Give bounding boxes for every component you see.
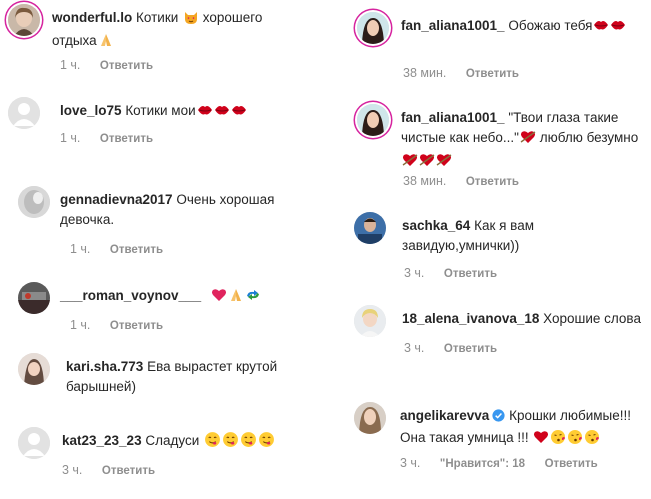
comment-text: gennadievna2017 Очень хорошая девочка. (60, 190, 310, 230)
timestamp: 1 ч. (70, 318, 91, 332)
timestamp: 3 ч. (404, 341, 425, 355)
username[interactable]: love_lo75 (60, 103, 122, 118)
heart-arrow-icon (419, 152, 435, 174)
reply-button[interactable]: Ответить (110, 244, 163, 256)
reply-button[interactable]: Ответить (466, 176, 519, 188)
reply-button[interactable]: Ответить (110, 320, 163, 332)
username[interactable]: 18_alena_ivanova_18 (402, 311, 539, 326)
comment-text: sachka_64 Как я вам завидую,умнички)) (402, 216, 602, 256)
yum-face-icon (204, 431, 221, 454)
username[interactable]: ___roman_voynov___ (60, 288, 201, 303)
comment-text: kari.sha.773 Ева вырастет крутой барышне… (66, 357, 316, 397)
yum-face-icon (222, 431, 239, 454)
avatar[interactable] (18, 186, 50, 218)
comment-body: Хорошие слова (543, 311, 641, 326)
avatar[interactable] (357, 104, 389, 136)
comment-body-cont: люблю безумно (539, 130, 639, 145)
avatar[interactable] (18, 353, 50, 385)
comment-text: kat23_23_23 Сладуси (62, 431, 312, 454)
lips-icon (197, 102, 213, 124)
reply-button[interactable]: Ответить (444, 343, 497, 355)
reply-button[interactable]: Ответить (545, 458, 598, 470)
username[interactable]: wonderful.lo (52, 10, 132, 25)
comment-text: ___roman_voynov___ (60, 286, 310, 309)
timestamp: 3 ч. (404, 266, 425, 280)
comment-text: fan_aliana1001_ Обожаю тебя (401, 16, 645, 39)
timestamp: 38 мин. (403, 174, 447, 188)
comment-body: Котики мои (125, 103, 196, 118)
kiss-face-icon (550, 429, 566, 451)
timestamp: 38 мин. (403, 66, 447, 80)
username[interactable]: kat23_23_23 (62, 433, 142, 448)
pray-icon (98, 32, 114, 54)
recycle-arrows-icon (245, 287, 261, 309)
comment-body: Котики (136, 10, 179, 25)
username[interactable]: kari.sha.773 (66, 359, 143, 374)
reply-button[interactable]: Ответить (466, 68, 519, 80)
timestamp: 1 ч. (60, 131, 81, 145)
comment-text: angelikarevva Крошки любимые!!! Она така… (400, 406, 640, 451)
lips-icon (231, 102, 247, 124)
heart-arrow-icon (436, 152, 452, 174)
heart-arrow-icon (520, 129, 536, 151)
kiss-face-icon (567, 429, 583, 451)
cat-heart-eyes-icon (183, 9, 199, 31)
kiss-face-icon (584, 429, 600, 451)
reply-button[interactable]: Ответить (444, 268, 497, 280)
lips-icon (593, 17, 609, 39)
comment-text: wonderful.lo Котики хорошего отдыха (52, 8, 302, 54)
avatar[interactable] (8, 97, 40, 129)
yum-face-icon (258, 431, 275, 454)
timestamp: 1 ч. (60, 58, 81, 72)
lips-icon (610, 17, 626, 39)
reply-button[interactable]: Ответить (100, 60, 153, 72)
yum-face-icon (240, 431, 257, 454)
avatar[interactable] (354, 402, 386, 434)
timestamp: 3 ч. (400, 456, 421, 470)
timestamp: 3 ч. (62, 463, 83, 477)
comment-body: Сладуси (145, 433, 200, 448)
reply-button[interactable]: Ответить (100, 133, 153, 145)
verified-badge-icon (492, 408, 505, 428)
red-heart-icon (533, 429, 549, 451)
likes-count[interactable]: "Нравится": 18 (440, 458, 525, 470)
comment-text: love_lo75 Котики мои (60, 101, 310, 124)
lips-icon (214, 102, 230, 124)
comment-text: 18_alena_ivanova_18 Хорошие слова (402, 309, 642, 329)
reply-button[interactable]: Ответить (102, 465, 155, 477)
username[interactable]: angelikarevva (400, 408, 489, 423)
avatar[interactable] (357, 12, 389, 44)
username[interactable]: gennadievna2017 (60, 192, 173, 207)
heart-arrow-icon (402, 152, 418, 174)
avatar[interactable] (354, 212, 386, 244)
avatar[interactable] (18, 282, 50, 314)
username[interactable]: fan_aliana1001_ (401, 18, 505, 33)
username[interactable]: sachka_64 (402, 218, 470, 233)
comment-body: Обожаю тебя (508, 18, 593, 33)
avatar[interactable] (354, 305, 386, 337)
avatar[interactable] (18, 427, 50, 459)
red-heart-icon (211, 287, 227, 309)
timestamp: 1 ч. (70, 242, 91, 256)
username[interactable]: fan_aliana1001_ (401, 110, 505, 125)
avatar[interactable] (8, 4, 40, 36)
comment-text: fan_aliana1001_ "Твои глаза такие чистые… (401, 108, 641, 174)
pray-icon (228, 287, 244, 309)
